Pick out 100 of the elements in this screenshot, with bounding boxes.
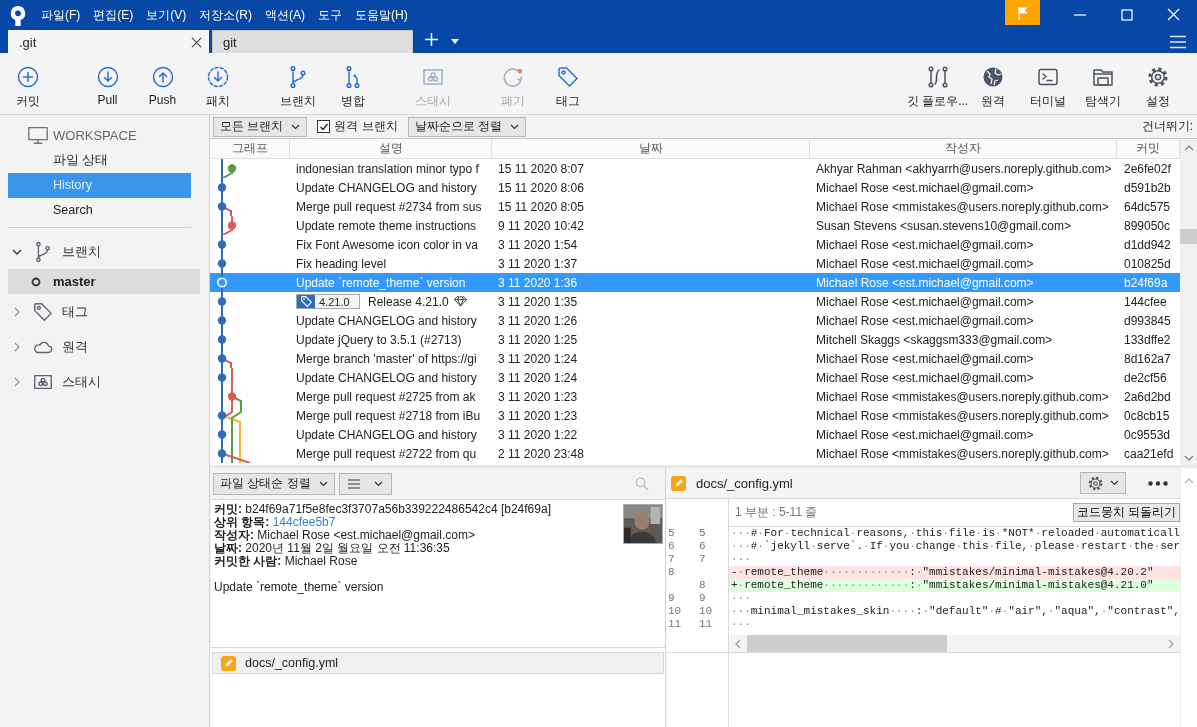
commit-row[interactable]: Fix Font Awesome icon color in va 3 11 2020 1:54 Michael Rose <est.michael@gmail.com> d1dd942 xyxy=(210,235,1180,254)
toolbar-button[interactable]: 탐색기 xyxy=(1075,53,1130,114)
scrollbar[interactable] xyxy=(728,635,1180,652)
view-mode-dropdown[interactable] xyxy=(338,472,392,495)
menu-item[interactable]: 파일(F) xyxy=(41,7,81,24)
sort-dropdown[interactable]: 파일 상태순 정렬 xyxy=(213,472,335,495)
sidebar-group[interactable]: 스태시 xyxy=(62,372,101,391)
tab-label[interactable]: git xyxy=(223,34,406,50)
column-header[interactable]: 그래프 xyxy=(210,139,290,159)
toolbar-button[interactable]: 태그 xyxy=(540,53,595,114)
commit-row[interactable]: Fix heading level 3 11 2020 1:37 Michael Rose <est.michael@gmail.com> 010825d xyxy=(210,254,1180,273)
scroll-thumb[interactable] xyxy=(1180,229,1197,244)
toolbar-button[interactable]: Pull xyxy=(80,53,135,114)
plus-icon[interactable] xyxy=(424,32,439,47)
commit-row[interactable]: Merge pull request #2718 from iBu 3 11 2020 1:23 Michael Rose <mmistakes@users.noreply.github.com> 0c8cb15 xyxy=(210,406,1180,425)
checkbox[interactable] xyxy=(317,120,331,133)
monitor-icon xyxy=(27,124,49,146)
parent-commit-link[interactable]: 144cfee5b7 xyxy=(272,515,336,529)
commit-graph-drawing xyxy=(217,292,227,311)
more-icon[interactable] xyxy=(1148,480,1168,486)
chevron-left-icon[interactable] xyxy=(734,638,741,649)
sidebar-item[interactable]: 파일 상태 xyxy=(8,148,191,173)
menu-item[interactable]: 저장소(R) xyxy=(199,7,252,24)
sidebar-item[interactable]: Search xyxy=(8,198,191,223)
toolbar-button[interactable]: 깃 플로우... xyxy=(910,53,965,114)
chevron-up-icon[interactable] xyxy=(1183,145,1194,151)
commit-hash-cell-text: 2e6fe02f xyxy=(1123,161,1172,176)
toolbar-button[interactable]: 커밋 xyxy=(0,53,55,114)
menu-item[interactable]: 편집(E) xyxy=(93,7,134,24)
tag-badge[interactable]: 4.21.0 xyxy=(296,294,360,309)
code-line: ···minimal_mistakes_skin····:·"default"·#·"air",·"aqua",·"contrast", xyxy=(729,605,1180,618)
column-header[interactable]: 날짜 xyxy=(492,139,810,159)
commit-row[interactable]: 4.21.0 Release 4.21.0 3 11 2020 1:35 Michael Rose <est.michael@gmail.com> 144cfee xyxy=(210,292,1180,311)
commit-row[interactable]: Update jQuery to 3.5.1 (#2713) 3 11 2020 1:25 Mitchell Skaggs <skaggsm333@gmail.com> 133dffe2 xyxy=(210,330,1180,349)
commit-row[interactable]: indonesian translation minor typo f 15 11 2020 8:07 Akhyar Rahman <akhyarrh@users.noreply.github.com> 2e6fe02f xyxy=(210,159,1180,178)
column-header[interactable]: 작성자 xyxy=(810,139,1117,159)
branch-label[interactable]: master xyxy=(53,274,96,289)
settings-dropdown[interactable] xyxy=(1080,472,1126,494)
gem-icon xyxy=(453,296,467,307)
menu-item[interactable]: 액션(A) xyxy=(265,7,305,24)
chevron-up-icon[interactable] xyxy=(1184,478,1194,484)
sidebar-group[interactable]: 브랜치 xyxy=(62,242,101,261)
toolbar-button[interactable]: 설정 xyxy=(1130,53,1185,114)
menu-item[interactable]: 도움말(H) xyxy=(355,7,408,24)
detail-value: Michael Rose <est.michael@gmail.com> xyxy=(257,528,475,542)
toolbar-button[interactable]: Push xyxy=(135,53,190,114)
sidebar-group[interactable]: 태그 xyxy=(62,302,88,321)
commit-row[interactable]: Merge pull request #2722 from qu 2 11 2020 23:48 Michael Rose <mmistakes@users.noreply.github.com> caa21efd xyxy=(210,444,1180,463)
branch-filter-dropdown[interactable]: 모든 브랜치 xyxy=(213,116,308,137)
author-cell-text: Michael Rose <est.michael@gmail.com> xyxy=(815,275,1035,290)
date-cell-text: 15 11 2020 8:07 xyxy=(497,161,585,176)
commit-row[interactable]: Update CHANGELOG and history 15 11 2020 8:06 Michael Rose <est.michael@gmail.com> d591b2b xyxy=(210,178,1180,197)
commit-message: Merge pull request #2734 from sus xyxy=(296,199,482,214)
commit-row[interactable]: Merge pull request #2725 from ak 3 11 2020 1:23 Michael Rose <mmistakes@users.noreply.github.com> 2a6d2bd xyxy=(210,387,1180,406)
revert-hunk-button[interactable]: 코드뭉치 되돌리기 xyxy=(1072,503,1180,522)
commit-row[interactable]: Merge branch 'master' of https://gi 3 11 2020 1:24 Michael Rose <est.michael@gmail.com> 8d162a7 xyxy=(210,349,1180,368)
chevron-right-icon[interactable] xyxy=(1168,638,1174,649)
toolbar-button[interactable]: 터미널 xyxy=(1020,53,1075,114)
toolbar-button[interactable]: 병합 xyxy=(325,53,380,114)
branch-item[interactable]: master xyxy=(8,269,200,294)
chevron-right-icon[interactable] xyxy=(12,341,22,352)
commit-row[interactable]: Merge pull request #2734 from sus 15 11 2020 8:05 Michael Rose <mmistakes@users.noreply.github.com> 64dc575 xyxy=(210,197,1180,216)
commit-row[interactable]: Update remote theme instructions 9 11 2020 10:42 Susan Stevens <susan.stevens10@gmail.com> 899050c xyxy=(210,216,1180,235)
toolbar-button[interactable]: 브랜치 xyxy=(270,53,325,114)
tab[interactable]: git xyxy=(212,30,413,53)
sidebar-group[interactable]: 원격 xyxy=(62,337,88,356)
tab-label[interactable]: .git xyxy=(19,34,191,50)
caret-icon[interactable] xyxy=(451,39,459,44)
commit-row[interactable]: Update CHANGELOG and history 3 11 2020 1:24 Michael Rose <est.michael@gmail.com> de2cf56 xyxy=(210,368,1180,387)
close-icon[interactable] xyxy=(191,36,202,48)
commit-row[interactable]: Update CHANGELOG and history 3 11 2020 1:26 Michael Rose <est.michael@gmail.com> d993845 xyxy=(210,311,1180,330)
commit-row[interactable]: Update CHANGELOG and history 3 11 2020 1:22 Michael Rose <est.michael@gmail.com> 0c9553d xyxy=(210,425,1180,444)
flag-button[interactable] xyxy=(1005,0,1040,25)
chevron-right-icon[interactable] xyxy=(12,376,22,387)
section-heading: WORKSPACE xyxy=(53,127,137,143)
checkbox-label[interactable]: 원격 브랜치 xyxy=(334,118,398,135)
scrollbar[interactable] xyxy=(1180,468,1197,727)
menu-item[interactable]: 보기(V) xyxy=(146,7,187,24)
code-line: ···#·For·technical·reasons,·this·file·is·*NOT*·reloaded·automaticall xyxy=(729,527,1180,540)
file-row[interactable]: docs/_config.yml xyxy=(212,652,664,674)
commit-graph-drawing xyxy=(217,273,227,292)
column-header[interactable]: 설명 xyxy=(290,139,492,159)
scrollbar[interactable] xyxy=(1180,139,1197,465)
scroll-thumb[interactable] xyxy=(746,635,947,652)
commit-hash-cell-text: d993845 xyxy=(1123,313,1172,328)
sort-dropdown[interactable]: 날짜순으로 정렬 xyxy=(407,116,527,137)
settings-icon xyxy=(1087,474,1104,492)
toolbar-button[interactable]: 패치 xyxy=(190,53,245,114)
date-cell-text: 15 11 2020 8:05 xyxy=(497,199,585,214)
toolbar-button[interactable]: 원격 xyxy=(965,53,1020,114)
chevron-right-icon[interactable] xyxy=(12,306,22,317)
menu-item[interactable]: 도구 xyxy=(318,7,342,24)
tab[interactable]: .git xyxy=(8,30,209,53)
author-cell-text: Susan Stevens <susan.stevens10@gmail.com> xyxy=(815,218,1072,233)
search-icon[interactable] xyxy=(634,476,649,491)
author-cell-text: Michael Rose <est.michael@gmail.com> xyxy=(815,351,1035,366)
date-cell-text: 9 11 2020 10:42 xyxy=(497,218,585,233)
menu-icon[interactable] xyxy=(1170,34,1186,49)
commit-hash-cell-text: 010825d xyxy=(1123,256,1172,271)
tag-label: 4.21.0 xyxy=(318,295,350,308)
